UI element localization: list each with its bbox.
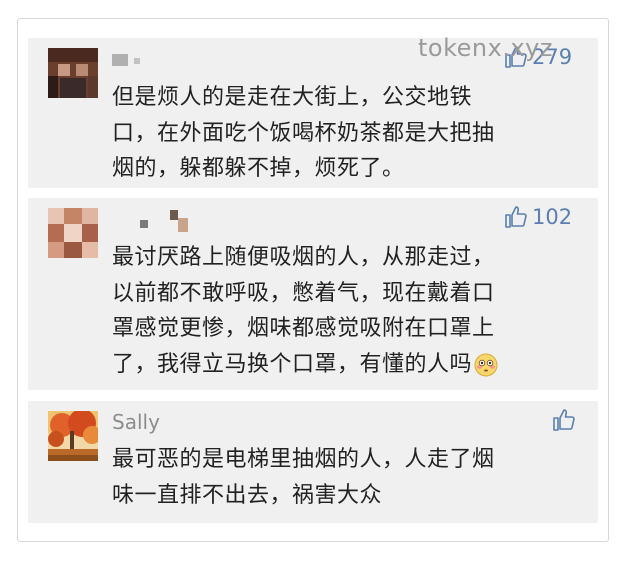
thumbs-up-icon <box>505 206 527 228</box>
comment-text: 最可恶的是电梯里抽烟的人，人走了烟 味一直排不出去，祸害大众 <box>112 447 495 508</box>
comment-body: 最讨厌路上随便吸烟的人，从那走过， 以前都不敢呼吸，憋着气，现在戴着口 罩感觉更… <box>112 245 495 377</box>
avatar[interactable] <box>48 208 98 258</box>
comment-card: 102 最讨厌路上随便吸烟的人，从那走过， 以前都不敢呼吸，憋着气，现在戴着口 … <box>28 198 598 390</box>
watermark-text: tokenx.xyz <box>418 34 553 62</box>
comment-text: 最讨厌路上随便吸烟的人，从那走过， 以前都不敢呼吸，憋着气，现在戴着口 罩感觉更… <box>112 240 566 382</box>
username[interactable]: Sally <box>112 411 160 433</box>
blurred-name <box>140 220 148 228</box>
like-button[interactable]: 102 <box>504 205 572 229</box>
flushed-face-icon <box>474 353 498 376</box>
thumbs-up-icon <box>553 409 575 431</box>
like-button[interactable] <box>552 408 580 432</box>
like-count: 102 <box>532 205 573 229</box>
blurred-name <box>112 54 128 66</box>
blurred-name <box>134 58 140 64</box>
comment-card: Sally 最可恶的是电梯里抽烟的人，人走了烟 味一直排不出去，祸害大众 <box>28 401 598 523</box>
avatar[interactable] <box>48 411 98 461</box>
blurred-name <box>170 210 178 220</box>
username-text: Sally <box>112 410 160 434</box>
avatar[interactable] <box>48 48 98 98</box>
comment-text: 但是烦人的是走在大街上，公交地铁 口，在外面吃个饭喝杯奶茶都是大把抽 烟的，躲都… <box>112 85 495 181</box>
blurred-name <box>178 218 188 232</box>
